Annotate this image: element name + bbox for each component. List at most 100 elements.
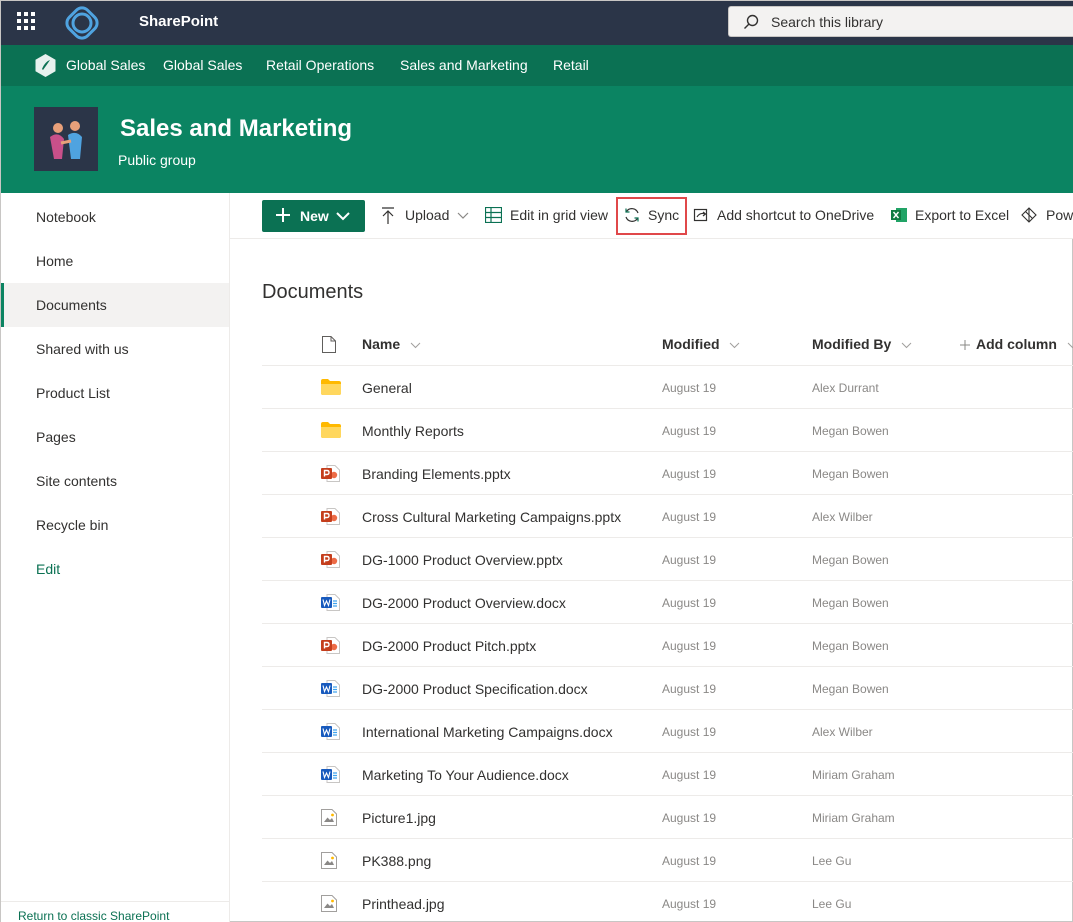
image-icon xyxy=(321,809,337,831)
app-launcher-icon[interactable] xyxy=(17,12,35,30)
new-button-label: New xyxy=(300,208,329,224)
modified-by: Megan Bowen xyxy=(812,467,889,481)
modified-date: August 19 xyxy=(662,553,717,567)
export-to-excel-button[interactable]: Export to Excel xyxy=(915,207,1009,223)
file-name[interactable]: Branding Elements.pptx xyxy=(362,466,511,482)
modified-by: Megan Bowen xyxy=(812,639,889,653)
modified-by: Megan Bowen xyxy=(812,553,889,567)
nav-item-product-list[interactable]: Product List xyxy=(1,371,229,415)
file-name[interactable]: DG-2000 Product Specification.docx xyxy=(362,681,588,697)
file-name[interactable]: Monthly Reports xyxy=(362,423,464,439)
add-column-label: Add column xyxy=(976,336,1057,352)
modified-date: August 19 xyxy=(662,424,717,438)
file-name[interactable]: Cross Cultural Marketing Campaigns.pptx xyxy=(362,509,621,525)
table-row[interactable]: DG-2000 Product Specification.docx August… xyxy=(262,667,1073,710)
modified-date: August 19 xyxy=(662,725,717,739)
excel-icon xyxy=(891,208,907,222)
docx-icon xyxy=(321,680,340,702)
modified-date: August 19 xyxy=(662,854,717,868)
nav-divider xyxy=(1,901,229,902)
nav-item-home[interactable]: Home xyxy=(1,239,229,283)
return-to-classic-link[interactable]: Return to classic SharePoint xyxy=(18,909,169,922)
nav-item-pages[interactable]: Pages xyxy=(1,415,229,459)
nav-item-notebook[interactable]: Notebook xyxy=(1,195,229,239)
docx-icon xyxy=(321,766,340,788)
file-name[interactable]: Marketing To Your Audience.docx xyxy=(362,767,569,783)
chevron-down-icon xyxy=(336,212,350,221)
site-logo-icon[interactable] xyxy=(34,107,98,171)
table-row[interactable]: Monthly Reports August 19 Megan Bowen xyxy=(262,409,1073,452)
table-row[interactable]: Marketing To Your Audience.docx August 19… xyxy=(262,753,1073,796)
hub-item-global-sales[interactable]: Global Sales xyxy=(163,57,242,73)
folder-icon xyxy=(321,422,341,443)
modified-date: August 19 xyxy=(662,897,717,911)
column-header-name[interactable]: Name xyxy=(362,336,421,352)
chevron-down-icon xyxy=(730,342,740,349)
file-name[interactable]: DG-2000 Product Overview.docx xyxy=(362,595,566,611)
search-icon xyxy=(744,14,759,29)
file-name[interactable]: General xyxy=(362,380,412,396)
hub-item-sales-and-marketing[interactable]: Sales and Marketing xyxy=(400,57,528,73)
file-name[interactable]: International Marketing Campaigns.docx xyxy=(362,724,613,740)
nav-item-shared-with-us[interactable]: Shared with us xyxy=(1,327,229,371)
edit-in-grid-view-button[interactable]: Edit in grid view xyxy=(510,207,608,223)
table-row[interactable]: Cross Cultural Marketing Campaigns.pptx A… xyxy=(262,495,1073,538)
column-header-modified-by[interactable]: Modified By xyxy=(812,336,912,352)
upload-button[interactable]: Upload xyxy=(405,207,449,223)
pptx-icon xyxy=(321,637,340,659)
column-modified-label: Modified xyxy=(662,336,720,352)
hub-logo-icon[interactable] xyxy=(34,54,57,77)
image-icon xyxy=(321,852,337,874)
upload-icon xyxy=(382,207,394,224)
table-row[interactable]: DG-1000 Product Overview.pptx August 19 Me… xyxy=(262,538,1073,581)
hub-item-retail[interactable]: Retail xyxy=(553,57,589,73)
app-name[interactable]: SharePoint xyxy=(139,13,218,30)
sharepoint-logo-icon[interactable] xyxy=(57,1,107,45)
image-icon xyxy=(321,895,337,917)
nav-item-recycle-bin[interactable]: Recycle bin xyxy=(1,503,229,547)
modified-date: August 19 xyxy=(662,596,717,610)
modified-by: Megan Bowen xyxy=(812,424,889,438)
modified-by: Alex Durrant xyxy=(812,381,879,395)
file-name[interactable]: DG-2000 Product Pitch.pptx xyxy=(362,638,536,654)
column-header-modified[interactable]: Modified xyxy=(662,336,740,352)
hub-navigation: Global Sales Global Sales Retail Operati… xyxy=(1,45,1073,86)
file-type-icon[interactable] xyxy=(322,336,336,353)
file-name[interactable]: PK388.png xyxy=(362,853,431,869)
search-box[interactable] xyxy=(728,6,1073,37)
command-bar: New Upload Edit in grid view Sync Add sh… xyxy=(230,193,1073,239)
nav-item-documents[interactable]: Documents xyxy=(1,283,229,327)
table-row[interactable]: PK388.png August 19 Lee Gu xyxy=(262,839,1073,882)
nav-item-site-contents[interactable]: Site contents xyxy=(1,459,229,503)
new-button[interactable]: New xyxy=(262,200,365,232)
grid-view-icon xyxy=(485,207,502,223)
file-name[interactable]: Printhead.jpg xyxy=(362,896,445,912)
table-row[interactable]: DG-2000 Product Overview.docx August 19 Me… xyxy=(262,581,1073,624)
table-row[interactable]: Picture1.jpg August 19 Miriam Graham xyxy=(262,796,1073,839)
modified-by: Alex Wilber xyxy=(812,725,873,739)
library-title[interactable]: Documents xyxy=(262,281,363,304)
add-column-button[interactable]: Add column xyxy=(960,336,1073,352)
modified-by: Miriam Graham xyxy=(812,768,895,782)
table-row[interactable]: Printhead.jpg August 19 Lee Gu xyxy=(262,882,1073,922)
modified-by: Lee Gu xyxy=(812,897,852,911)
modified-by: Megan Bowen xyxy=(812,596,889,610)
sync-button[interactable]: Sync xyxy=(648,207,679,223)
file-name[interactable]: DG-1000 Product Overview.pptx xyxy=(362,552,563,568)
add-shortcut-to-onedrive-button[interactable]: Add shortcut to OneDrive xyxy=(717,207,874,223)
power-automate-button[interactable]: Pow xyxy=(1046,207,1073,223)
upload-chevron-down-icon[interactable] xyxy=(457,212,469,220)
file-name[interactable]: Picture1.jpg xyxy=(362,810,436,826)
site-header: Sales and Marketing Public group xyxy=(1,86,1073,193)
site-title[interactable]: Sales and Marketing xyxy=(120,115,352,143)
modified-date: August 19 xyxy=(662,768,717,782)
table-row[interactable]: Branding Elements.pptx August 19 Megan Bow… xyxy=(262,452,1073,495)
hub-item-retail-operations[interactable]: Retail Operations xyxy=(266,57,374,73)
table-row[interactable]: International Marketing Campaigns.docx Au… xyxy=(262,710,1073,753)
left-navigation: Notebook Home Documents Shared with us P… xyxy=(1,193,230,922)
nav-edit-link[interactable]: Edit xyxy=(1,547,229,591)
table-row[interactable]: General August 19 Alex Durrant xyxy=(262,366,1073,409)
search-input[interactable] xyxy=(771,13,1051,31)
hub-item-global-sales-home[interactable]: Global Sales xyxy=(66,57,145,73)
table-row[interactable]: DG-2000 Product Pitch.pptx August 19 Megan… xyxy=(262,624,1073,667)
